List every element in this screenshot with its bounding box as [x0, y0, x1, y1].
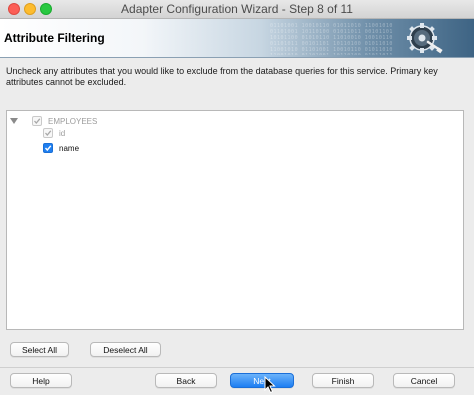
name-label: name	[59, 143, 80, 153]
gear-plug-icon	[400, 20, 444, 57]
wizard-banner: Attribute Filtering 01101001 10010110 01…	[0, 19, 474, 58]
back-button[interactable]: Back	[155, 373, 217, 388]
select-all-button[interactable]: Select All	[10, 342, 69, 357]
cancel-button[interactable]: Cancel	[393, 373, 455, 388]
id-checkbox	[43, 128, 53, 138]
help-button[interactable]: Help	[10, 373, 72, 388]
tree-node-employees[interactable]: EMPLOYEES	[9, 116, 97, 126]
expand-triangle-icon[interactable]	[9, 117, 18, 126]
banner-decoration: 01101001 10010110 01011010 11001010 0110…	[270, 23, 393, 55]
instructions-text: Uncheck any attributes that you would li…	[6, 66, 438, 87]
name-checkbox[interactable]	[43, 143, 53, 153]
employees-label: EMPLOYEES	[48, 116, 98, 126]
attribute-tree[interactable]: EMPLOYEES id name	[6, 110, 464, 330]
window-title: Adapter Configuration Wizard - Step 8 of…	[121, 2, 353, 16]
step-title: Attribute Filtering	[4, 31, 105, 45]
tree-node-name[interactable]: name	[43, 143, 79, 153]
window-title-bar: Adapter Configuration Wizard - Step 8 of…	[0, 0, 474, 19]
finish-button[interactable]: Finish	[312, 373, 374, 388]
id-label: id	[59, 128, 66, 138]
next-button[interactable]: Next	[230, 373, 294, 388]
deselect-all-button[interactable]: Deselect All	[90, 342, 161, 357]
tree-node-id: id	[43, 128, 65, 138]
employees-checkbox	[32, 116, 42, 126]
mouse-pointer-icon	[264, 375, 276, 394]
